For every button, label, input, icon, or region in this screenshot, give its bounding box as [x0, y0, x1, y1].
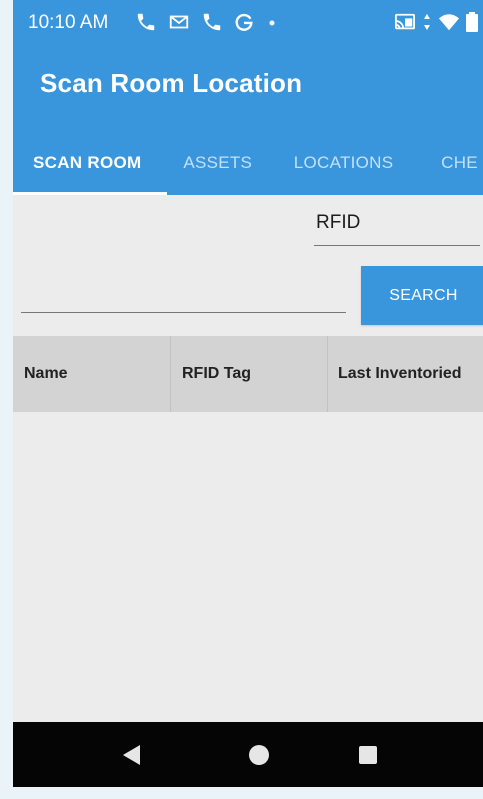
table-header: Name RFID Tag Last Inventoried — [13, 336, 483, 412]
data-arrows-icon — [424, 14, 430, 30]
navigation-bar — [13, 722, 483, 787]
system-icons — [394, 12, 478, 32]
rfid-label: RFID — [314, 212, 480, 246]
notification-icons — [135, 11, 279, 33]
search-input[interactable] — [21, 276, 346, 313]
tab-label: CHE — [441, 152, 478, 172]
page-title: Scan Room Location — [40, 68, 303, 98]
back-button[interactable] — [91, 722, 171, 787]
tab-bar: SCAN ROOM ASSETS LOCATIONS CHE — [13, 130, 483, 195]
app-bar: 10:10 AM Scan Room Location SCAN ROOM AS… — [13, 0, 483, 195]
cast-icon — [395, 13, 415, 30]
home-button[interactable] — [219, 722, 299, 787]
dot-icon — [269, 20, 275, 26]
tab-locations[interactable]: LOCATIONS — [278, 130, 424, 195]
back-icon — [123, 744, 140, 765]
column-header-last-inventoried: Last Inventoried — [338, 365, 462, 382]
google-icon — [235, 13, 253, 31]
column-header-rfid-tag: RFID Tag — [171, 336, 328, 412]
phone-icon — [137, 13, 155, 31]
search-button[interactable]: SEARCH — [361, 266, 483, 325]
tab-label: ASSETS — [183, 152, 253, 172]
tab-scan-room[interactable]: SCAN ROOM — [13, 130, 168, 195]
tab-checks[interactable]: CHE — [424, 130, 483, 195]
home-icon — [249, 744, 269, 765]
battery-icon — [466, 12, 478, 32]
status-time: 10:10 AM — [28, 12, 109, 33]
recents-button[interactable] — [328, 722, 408, 787]
column-header-name: Name — [13, 336, 171, 412]
table-body — [13, 412, 483, 722]
recents-icon — [359, 745, 377, 764]
status-bar: 10:10 AM — [13, 0, 483, 48]
wifi-icon — [438, 14, 460, 31]
device-screen: 10:10 AM Scan Room Location SCAN ROOM AS… — [13, 0, 483, 787]
tab-label: SCAN ROOM — [33, 152, 142, 172]
tab-label: LOCATIONS — [293, 152, 394, 172]
phone-icon — [203, 13, 221, 31]
tab-assets[interactable]: ASSETS — [167, 130, 277, 195]
gmail-icon — [169, 15, 189, 29]
